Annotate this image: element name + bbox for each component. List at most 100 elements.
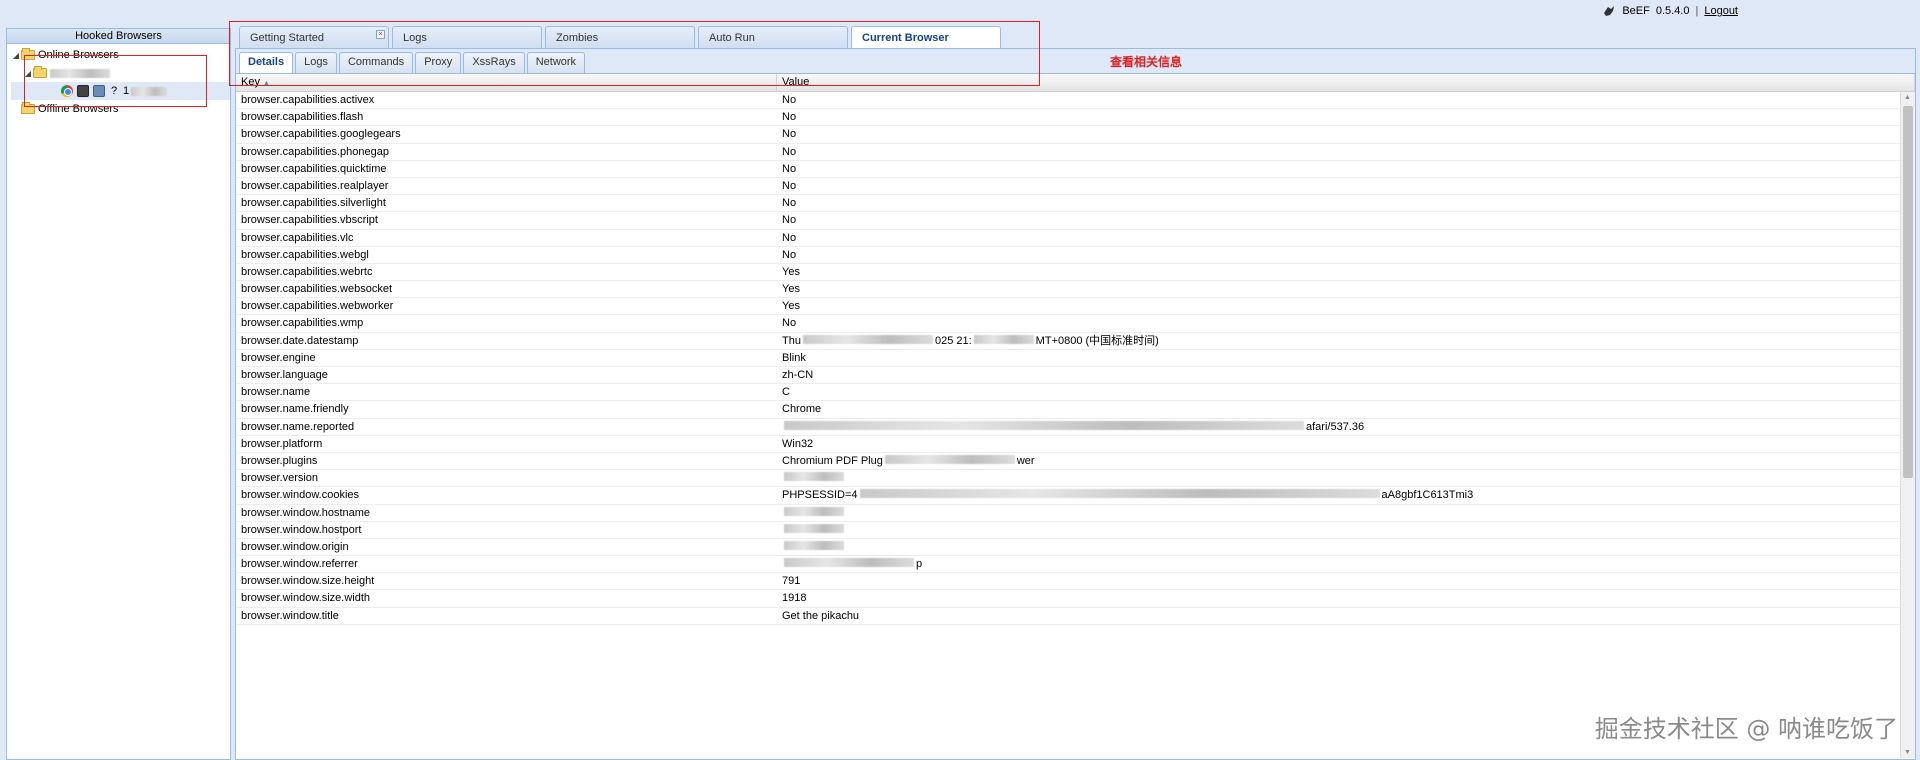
table-row[interactable]: browser.window.title Get the pikachu [236, 608, 1915, 625]
cell-value: No [777, 178, 1915, 194]
column-header-value[interactable]: Value [777, 74, 1915, 91]
cell-key: browser.name [241, 386, 311, 399]
top-bar: BeEF 0.5.4.0 | Logout [0, 0, 1920, 22]
value-text: 1918 [782, 592, 807, 605]
cell-value: No [777, 315, 1915, 331]
table-row[interactable]: browser.name C [236, 384, 1915, 402]
redacted-value [784, 506, 844, 516]
redacted-value [802, 334, 933, 344]
beef-logo-icon [1604, 6, 1615, 16]
table-row[interactable]: browser.name.friendly Chrome [236, 401, 1915, 419]
table-row[interactable]: browser.capabilities.vbscript No [236, 212, 1915, 230]
value-text: No [782, 162, 797, 175]
table-row[interactable]: browser.capabilities.activex No [236, 92, 1915, 110]
table-row[interactable]: browser.name.reported afari/537.36 [236, 419, 1915, 436]
table-row[interactable]: browser.capabilities.realplayer No [236, 178, 1915, 196]
scroll-down-icon[interactable]: ▼ [1904, 749, 1911, 756]
table-row[interactable]: browser.capabilities.flash No [236, 109, 1915, 127]
scroll-thumb[interactable] [1903, 106, 1913, 478]
table-row[interactable]: browser.plugins Chromium PDF Plug wer [236, 453, 1915, 471]
table-row[interactable]: browser.window.hostport [236, 522, 1915, 539]
column-header-key[interactable]: Key ▲ [236, 74, 777, 91]
vertical-scrollbar[interactable]: ▲ ▼ [1900, 92, 1915, 758]
tab-logs[interactable]: Logs [392, 26, 542, 48]
scroll-up-icon[interactable]: ▲ [1904, 94, 1911, 101]
brand-area: BeEF 0.5.4.0 | Logout [1602, 4, 1738, 18]
table-row[interactable]: browser.capabilities.wmp No [236, 315, 1915, 333]
tab-getting-started[interactable]: Getting Started × [239, 26, 389, 48]
table-row[interactable]: browser.window.cookies PHPSESSID=4 aA8gbf1… [236, 487, 1915, 505]
tree-node-online[interactable]: ◢ Online Browsers [11, 46, 230, 64]
tab-zombies[interactable]: Zombies [545, 26, 695, 48]
value-text: Chrome [782, 403, 822, 416]
unknown-icon: ? [110, 85, 118, 97]
table-row[interactable]: browser.capabilities.webgl No [236, 247, 1915, 264]
cell-value: No [777, 161, 1915, 177]
table-row[interactable]: browser.window.hostname [236, 505, 1915, 522]
table-row[interactable]: browser.platform Win32 [236, 436, 1915, 453]
table-row[interactable]: browser.capabilities.phonegap No [236, 144, 1915, 161]
subtab-network[interactable]: Network [526, 52, 586, 73]
value-text: Chromium PDF Plug [782, 454, 883, 467]
cell-key: browser.engine [241, 351, 316, 364]
cell-value: No [777, 230, 1915, 246]
table-row[interactable]: browser.capabilities.websocket Yes [236, 281, 1915, 299]
value-text: Win32 [782, 437, 814, 450]
expand-arrow-icon[interactable]: ◢ [11, 51, 21, 60]
separator: | [1695, 5, 1699, 17]
table-row[interactable]: browser.capabilities.webrtc Yes [236, 264, 1915, 282]
cell-value: zh-CN [777, 367, 1915, 383]
subtab-xssrays[interactable]: XssRays [463, 52, 525, 73]
value-text: No [782, 128, 797, 141]
cell-value: 1918 [777, 590, 1915, 606]
subtab-details[interactable]: Details [239, 52, 294, 73]
table-row[interactable]: browser.capabilities.vlc No [236, 230, 1915, 247]
cell-value: No [777, 109, 1915, 125]
cell-value: 791 [777, 573, 1915, 589]
close-icon[interactable]: × [376, 30, 385, 39]
table-row[interactable]: browser.capabilities.googlegears No [236, 126, 1915, 144]
cell-value: No [777, 195, 1915, 211]
subtab-commands[interactable]: Commands [338, 52, 414, 73]
cell-key: browser.window.size.height [241, 575, 375, 588]
redacted-value [784, 523, 844, 533]
sub-tab-bar: Details Logs Commands Proxy XssRays Netw… [239, 52, 586, 73]
value-text: No [782, 179, 797, 192]
tree-node-host[interactable]: ◢ [11, 64, 230, 82]
browser-node-label: 1 [123, 85, 130, 97]
tree-node-offline[interactable]: Offline Browsers [11, 100, 230, 118]
table-row[interactable]: browser.window.origin [236, 539, 1915, 557]
cell-value: No [777, 144, 1915, 160]
table-row[interactable]: browser.capabilities.webworker Yes [236, 298, 1915, 316]
table-row[interactable]: browser.engine Blink [236, 350, 1915, 367]
table-row[interactable]: browser.date.datestamp Thu 025 21: MT+0800 … [236, 333, 1915, 350]
brand-name: BeEF [1622, 5, 1650, 17]
tab-auto-run[interactable]: Auto Run [698, 26, 848, 48]
value-tail: aA8gbf1C613Tmi3 [1381, 489, 1474, 502]
table-row[interactable]: browser.capabilities.quicktime No [236, 161, 1915, 178]
table-row[interactable]: browser.window.size.height 791 [236, 573, 1915, 591]
table-row[interactable]: browser.window.referrer p [236, 556, 1915, 574]
value-text: Yes [782, 265, 800, 278]
redacted-value [859, 489, 1380, 499]
cell-value: Thu 025 21: MT+0800 (中国标准时间) [777, 333, 1915, 349]
redacted-value [973, 334, 1034, 344]
value-tail: wer [1016, 454, 1035, 467]
expand-arrow-icon[interactable]: ◢ [23, 69, 33, 78]
top-tab-bar: Getting Started × Logs Zombies Auto Run … [239, 26, 1001, 49]
redacted-value [784, 558, 914, 568]
table-row[interactable]: browser.version [236, 470, 1915, 488]
subtab-logs[interactable]: Logs [295, 52, 337, 73]
sub-tab-strip: Details Logs Commands Proxy XssRays Netw… [235, 49, 1916, 73]
table-row[interactable]: browser.window.size.width 1918 [236, 590, 1915, 608]
cell-value: Chrome [777, 401, 1915, 417]
tree-node-browser[interactable]: ? 1 [11, 82, 230, 100]
table-row[interactable]: browser.language zh-CN [236, 367, 1915, 385]
table-row[interactable]: browser.capabilities.silverlight No [236, 195, 1915, 213]
logout-link[interactable]: Logout [1704, 5, 1738, 17]
tab-current-browser[interactable]: Current Browser [851, 26, 1001, 49]
cell-key: browser.plugins [241, 454, 318, 467]
cell-key: browser.date.datestamp [241, 334, 359, 347]
cell-key: browser.window.hostport [241, 523, 362, 536]
subtab-proxy[interactable]: Proxy [415, 52, 462, 73]
